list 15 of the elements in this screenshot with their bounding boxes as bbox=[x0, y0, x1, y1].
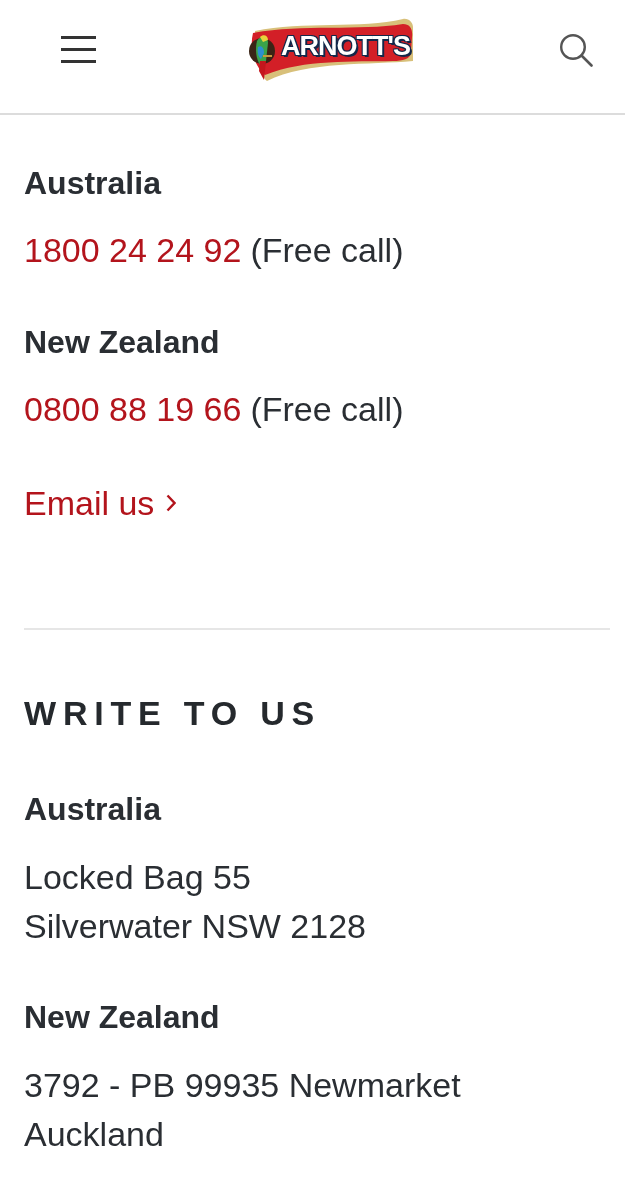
chevron-right-icon bbox=[166, 494, 177, 512]
section-title: WRITE TO US bbox=[24, 693, 322, 734]
phone-link[interactable]: 0800 88 19 66 bbox=[24, 387, 242, 431]
phone-link[interactable]: 1800 24 24 92 bbox=[24, 228, 242, 272]
postal-address: 3792 - PB 99935 Newmarket Auckland bbox=[24, 1065, 461, 1155]
postal-address: Locked Bag 55 Silverwater NSW 2128 bbox=[24, 857, 366, 947]
region-heading: New Zealand bbox=[24, 323, 220, 362]
call-note: (Free call) bbox=[250, 389, 404, 430]
call-note: (Free call) bbox=[250, 230, 404, 271]
region-heading: New Zealand bbox=[24, 998, 220, 1037]
search-icon bbox=[559, 32, 593, 67]
menu-icon bbox=[61, 36, 96, 63]
region-heading: Australia bbox=[24, 790, 161, 829]
region-heading: Australia bbox=[24, 164, 161, 203]
email-link[interactable]: Email us bbox=[24, 481, 177, 525]
